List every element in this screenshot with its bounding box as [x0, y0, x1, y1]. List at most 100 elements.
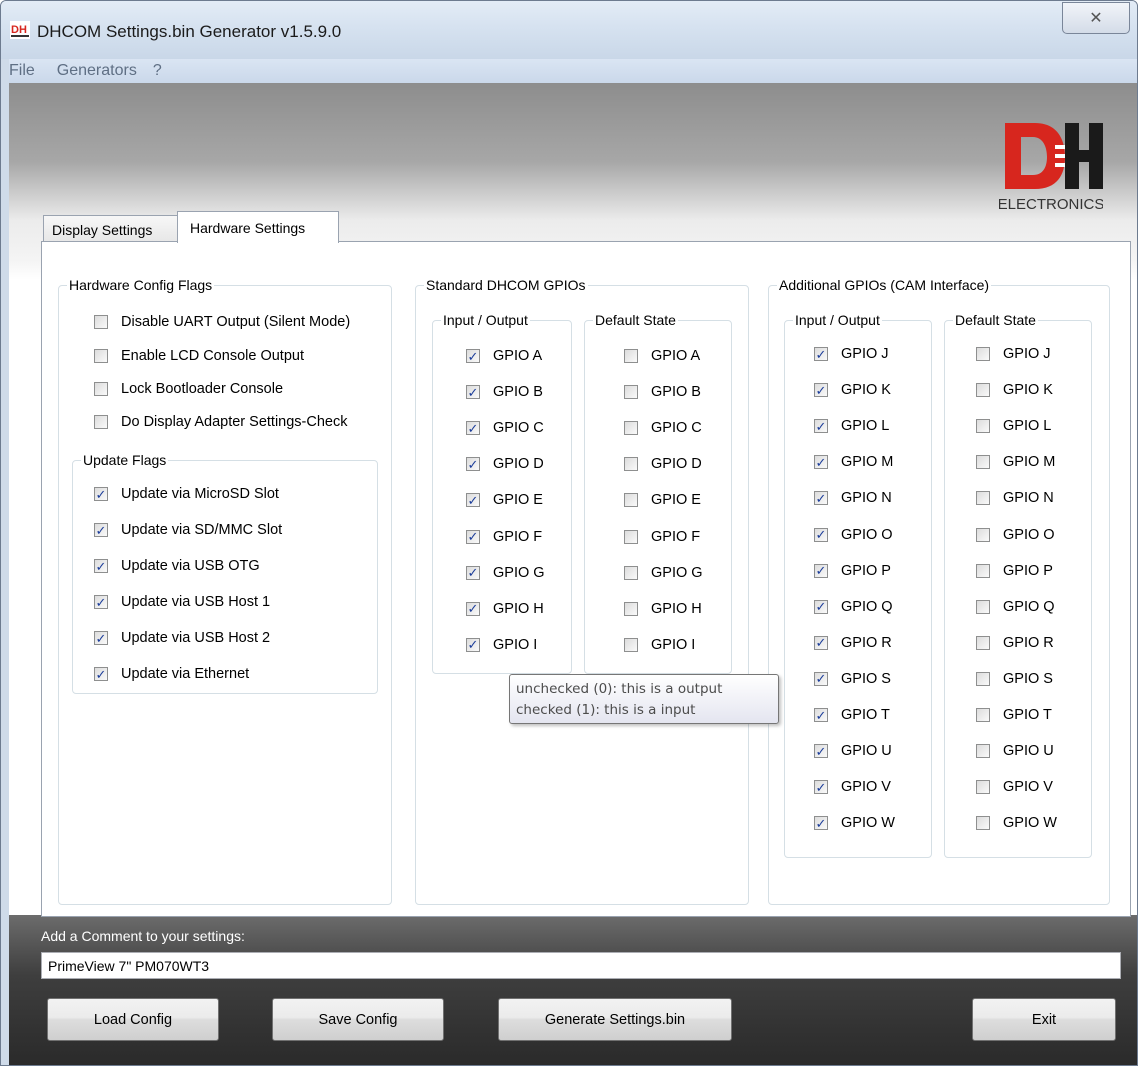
checkbox[interactable] [814, 527, 828, 542]
title-bar[interactable]: DH DHCOM Settings.bin Generator v1.5.9.0… [1, 1, 1137, 59]
gpio-checkbox-row[interactable]: GPIO L [814, 418, 889, 434]
flag-disable-uart[interactable]: Disable UART Output (Silent Mode) [94, 314, 350, 330]
gpio-checkbox-row[interactable]: GPIO W [976, 815, 1057, 831]
checkbox[interactable] [624, 493, 638, 508]
gpio-checkbox-row[interactable]: GPIO W [814, 815, 895, 831]
checkbox[interactable] [624, 529, 638, 544]
load-config-button[interactable]: Load Config [47, 998, 219, 1041]
checkbox[interactable] [814, 563, 828, 578]
gpio-checkbox-row[interactable]: GPIO C [466, 420, 544, 436]
checkbox[interactable] [976, 635, 990, 650]
checkbox[interactable] [466, 601, 480, 616]
gpio-checkbox-row[interactable]: GPIO A [466, 348, 542, 364]
checkbox[interactable] [814, 635, 828, 650]
menu-generators[interactable]: Generators [57, 62, 147, 80]
gpio-checkbox-row[interactable]: GPIO U [976, 743, 1054, 759]
checkbox[interactable] [814, 347, 828, 361]
save-config-button[interactable]: Save Config [272, 998, 444, 1041]
gpio-checkbox-row[interactable]: GPIO N [976, 490, 1054, 506]
checkbox[interactable] [976, 527, 990, 542]
update-sdmmc[interactable]: Update via SD/MMC Slot [94, 522, 282, 538]
checkbox[interactable] [976, 816, 990, 831]
checkbox[interactable] [976, 347, 990, 361]
menu-file[interactable]: File [9, 62, 45, 80]
update-ethernet[interactable]: Update via Ethernet [94, 666, 249, 682]
gpio-checkbox-row[interactable]: GPIO P [976, 563, 1053, 579]
checkbox[interactable] [976, 419, 990, 434]
gpio-checkbox-row[interactable]: GPIO O [976, 527, 1055, 543]
checkbox[interactable] [814, 599, 828, 614]
checkbox[interactable] [94, 487, 108, 501]
flag-lock-bootloader[interactable]: Lock Bootloader Console [94, 381, 283, 397]
gpio-checkbox-row[interactable]: GPIO I [466, 637, 537, 653]
checkbox[interactable] [814, 780, 828, 795]
gpio-checkbox-row[interactable]: GPIO B [466, 384, 543, 400]
checkbox[interactable] [976, 780, 990, 795]
checkbox[interactable] [976, 491, 990, 506]
checkbox[interactable] [814, 419, 828, 434]
tab-hardware-settings[interactable]: Hardware Settings [177, 211, 339, 243]
close-button[interactable]: ✕ [1062, 2, 1130, 34]
flag-display-adapter-check[interactable]: Do Display Adapter Settings-Check [94, 414, 347, 430]
checkbox[interactable] [94, 382, 108, 396]
checkbox[interactable] [94, 349, 108, 363]
checkbox[interactable] [94, 523, 108, 537]
gpio-checkbox-row[interactable]: GPIO S [976, 671, 1053, 687]
gpio-checkbox-row[interactable]: GPIO N [814, 490, 892, 506]
flag-enable-lcd-console[interactable]: Enable LCD Console Output [94, 348, 304, 364]
checkbox[interactable] [94, 559, 108, 573]
checkbox[interactable] [466, 421, 480, 436]
checkbox[interactable] [624, 421, 638, 436]
gpio-checkbox-row[interactable]: GPIO E [466, 492, 543, 508]
gpio-checkbox-row[interactable]: GPIO M [814, 454, 893, 470]
checkbox[interactable] [466, 493, 480, 508]
checkbox[interactable] [624, 457, 638, 472]
checkbox[interactable] [466, 385, 480, 400]
checkbox[interactable] [466, 457, 480, 472]
checkbox[interactable] [814, 816, 828, 831]
gpio-checkbox-row[interactable]: GPIO F [466, 529, 542, 545]
checkbox[interactable] [466, 565, 480, 580]
gpio-checkbox-row[interactable]: GPIO K [976, 382, 1053, 398]
checkbox[interactable] [624, 385, 638, 400]
gpio-checkbox-row[interactable]: GPIO J [976, 346, 1051, 362]
checkbox[interactable] [976, 563, 990, 578]
gpio-checkbox-row[interactable]: GPIO M [976, 454, 1055, 470]
gpio-checkbox-row[interactable]: GPIO I [624, 637, 695, 653]
checkbox[interactable] [976, 455, 990, 470]
gpio-checkbox-row[interactable]: GPIO D [624, 456, 702, 472]
comment-input[interactable] [41, 952, 1121, 979]
update-usb-otg[interactable]: Update via USB OTG [94, 558, 260, 574]
gpio-checkbox-row[interactable]: GPIO J [814, 346, 889, 362]
gpio-checkbox-row[interactable]: GPIO E [624, 492, 701, 508]
gpio-checkbox-row[interactable]: GPIO V [976, 779, 1053, 795]
checkbox[interactable] [976, 671, 990, 686]
checkbox[interactable] [976, 599, 990, 614]
gpio-checkbox-row[interactable]: GPIO C [624, 420, 702, 436]
gpio-checkbox-row[interactable]: GPIO L [976, 418, 1051, 434]
checkbox[interactable] [814, 491, 828, 506]
gpio-checkbox-row[interactable]: GPIO F [624, 529, 700, 545]
gpio-checkbox-row[interactable]: GPIO R [814, 635, 892, 651]
checkbox[interactable] [94, 595, 108, 609]
checkbox[interactable] [94, 415, 108, 429]
gpio-checkbox-row[interactable]: GPIO K [814, 382, 891, 398]
update-usb-host-1[interactable]: Update via USB Host 1 [94, 594, 270, 610]
checkbox[interactable] [94, 315, 108, 329]
checkbox[interactable] [976, 383, 990, 398]
gpio-checkbox-row[interactable]: GPIO B [624, 384, 701, 400]
checkbox[interactable] [624, 565, 638, 580]
gpio-checkbox-row[interactable]: GPIO H [624, 601, 702, 617]
gpio-checkbox-row[interactable]: GPIO P [814, 563, 891, 579]
checkbox[interactable] [814, 744, 828, 759]
checkbox[interactable] [94, 631, 108, 645]
checkbox[interactable] [624, 349, 638, 363]
gpio-checkbox-row[interactable]: GPIO Q [814, 599, 893, 615]
checkbox[interactable] [814, 455, 828, 470]
gpio-checkbox-row[interactable]: GPIO T [976, 707, 1052, 723]
gpio-checkbox-row[interactable]: GPIO U [814, 743, 892, 759]
gpio-checkbox-row[interactable]: GPIO V [814, 779, 891, 795]
gpio-checkbox-row[interactable]: GPIO H [466, 601, 544, 617]
gpio-checkbox-row[interactable]: GPIO G [624, 565, 703, 581]
checkbox[interactable] [976, 708, 990, 722]
